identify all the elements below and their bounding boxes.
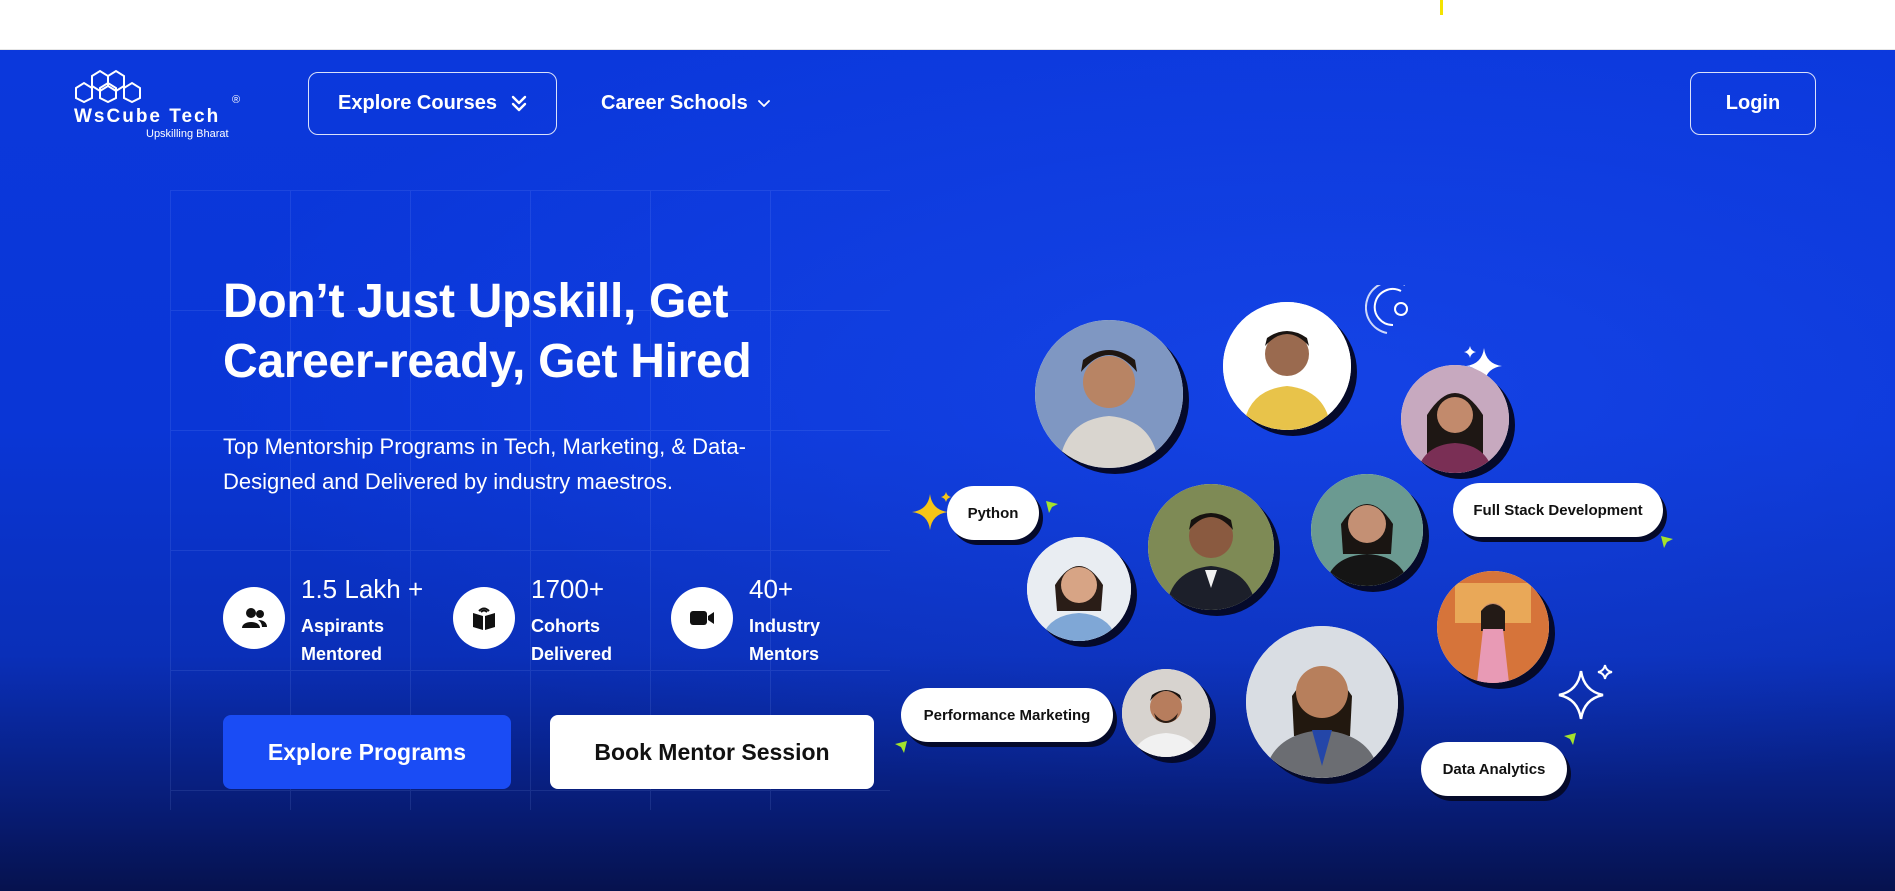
login-button[interactable]: Login [1690, 72, 1816, 135]
stat-label-line-2: Mentors [749, 644, 820, 664]
pointer-accent-icon [1661, 536, 1673, 548]
stat-label: Cohorts Delivered [531, 612, 612, 668]
video-camera-icon [671, 587, 733, 649]
performance-marketing-tag: Performance Marketing [901, 688, 1113, 742]
hero-subtext: Top Mentorship Programs in Tech, Marketi… [223, 429, 843, 499]
pointer-accent-icon [1564, 733, 1576, 745]
pointer-accent-icon [1046, 501, 1058, 513]
book-mentor-session-button[interactable]: Book Mentor Session [550, 715, 874, 789]
explore-courses-label: Explore Courses [338, 92, 497, 114]
hexagon-logo-icon [75, 69, 141, 104]
full-stack-development-tag: Full Stack Development [1453, 483, 1663, 537]
mentor-avatar [1122, 669, 1210, 757]
career-schools-label: Career Schools [601, 92, 748, 114]
subtext-line-1: Top Mentorship Programs in Tech, Marketi… [223, 434, 746, 459]
stat-label: Industry Mentors [749, 612, 820, 668]
brand-logo[interactable]: WsCube Tech ® Upskilling Bharat [72, 68, 252, 140]
mentor-avatar [1027, 537, 1131, 641]
stat-value: 1.5 Lakh + [301, 574, 424, 604]
hero-headline: Don’t Just Upskill, Get Career-ready, Ge… [223, 272, 863, 392]
mentor-avatar [1437, 571, 1549, 683]
stat-label-line-1: Aspirants [301, 616, 385, 636]
pointer-accent-icon [895, 741, 907, 753]
stat-value: 40+ [749, 574, 794, 604]
users-icon [223, 587, 285, 649]
stat-label-line-2: Mentored [301, 644, 382, 664]
explore-programs-button[interactable]: Explore Programs [223, 715, 511, 789]
double-chevron-down-icon [511, 95, 527, 111]
mentor-avatar [1148, 484, 1274, 610]
brand-tagline: Upskilling Bharat [146, 128, 229, 140]
outline-sparkle-icon [1558, 664, 1613, 720]
top-strip [0, 0, 1895, 50]
registered-mark: ® [232, 94, 241, 106]
signal-rings-icon [1365, 285, 1408, 334]
brand-name: WsCube Tech [74, 106, 221, 127]
top-marker [1440, 0, 1443, 15]
headline-line-2: Career-ready, Get Hired [223, 335, 752, 388]
mentor-avatar [1035, 320, 1183, 468]
stat-label: Aspirants Mentored [301, 612, 384, 668]
stat-label-line-2: Delivered [531, 644, 613, 664]
stat-value: 1700+ [531, 574, 605, 604]
chevron-down-icon [757, 99, 770, 107]
headline-line-1: Don’t Just Upskill, Get [223, 275, 729, 328]
hero-section: WsCube Tech ® Upskilling Bharat Explore … [0, 50, 1895, 891]
python-tag: Python [947, 486, 1039, 540]
stat-label-line-1: Industry [749, 616, 821, 636]
stat-label-line-1: Cohorts [531, 616, 600, 636]
career-schools-menu[interactable]: Career Schools [601, 72, 770, 135]
book-icon [453, 587, 515, 649]
mentor-avatar [1223, 302, 1351, 430]
subtext-line-2: Designed and Delivered by industry maest… [223, 469, 674, 494]
mentor-avatar [1246, 626, 1398, 778]
mentor-avatar [1401, 365, 1509, 473]
explore-courses-button[interactable]: Explore Courses [308, 72, 557, 135]
data-analytics-tag: Data Analytics [1421, 742, 1567, 796]
mentor-avatar [1311, 474, 1423, 586]
